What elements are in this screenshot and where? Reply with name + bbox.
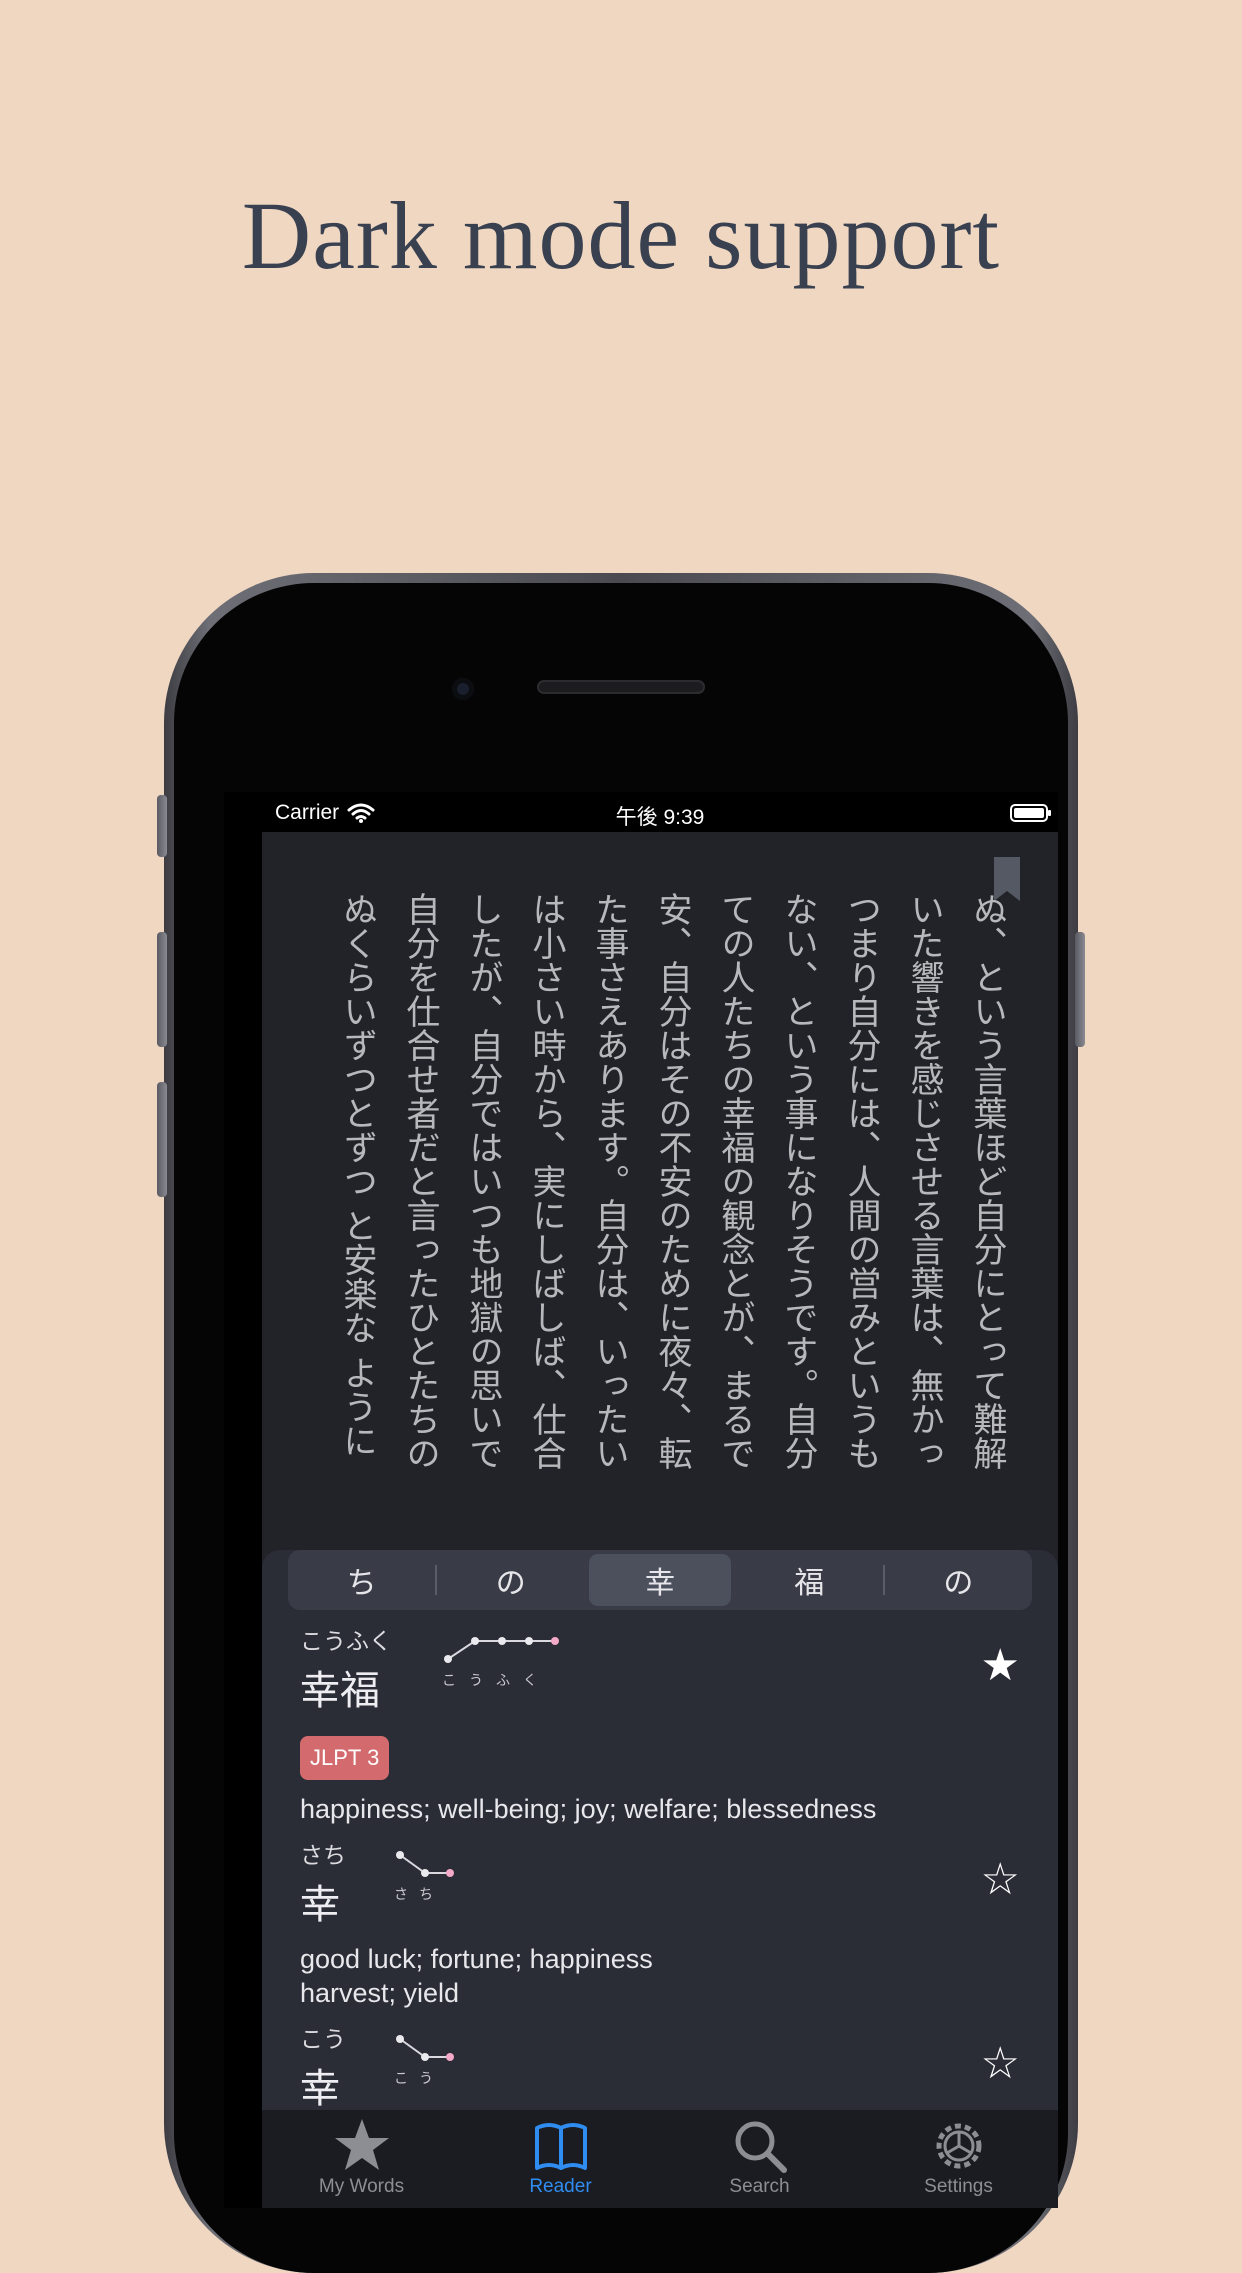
reader-column[interactable]: したが、自分ではいつも地獄の思いで xyxy=(451,892,514,1542)
battery-icon xyxy=(1010,804,1051,822)
segment-divider xyxy=(882,1565,885,1595)
star-icon xyxy=(334,2119,389,2170)
favorite-star-icon[interactable]: ☆ xyxy=(981,2038,1020,2089)
phone-screen: Carrier 午後 9:39 ぬ、という言葉ほど自分にとって難解 いた響きを感じ… xyxy=(224,792,1058,2208)
app-window: Carrier 午後 9:39 ぬ、という言葉ほど自分にとって難解 いた響きを感じ… xyxy=(262,792,1058,2208)
tab-my-words[interactable]: My Words xyxy=(262,2110,461,2208)
reader-column[interactable]: た事さえあります。自分は、いったい xyxy=(577,892,640,1542)
token-segment[interactable]: 福 xyxy=(739,1554,880,1606)
tab-reader[interactable]: Reader xyxy=(461,2110,660,2208)
reader-column[interactable]: ぬくらいずつとずつ と安楽な ように xyxy=(325,892,388,1542)
pitch-accent-graph: さ ち xyxy=(392,1840,472,1903)
favorite-star-icon[interactable]: ☆ xyxy=(981,1854,1020,1905)
reader-column[interactable]: ない、という事になりそうです。自分 xyxy=(766,892,829,1542)
tab-settings[interactable]: Settings xyxy=(859,2110,1058,2208)
volume-up-button xyxy=(157,932,167,1047)
dictionary-entry[interactable]: こう 幸 こ う ☆ xyxy=(300,2020,1040,2110)
dictionary-sheet: ちの幸福の こうふく 幸福 こ う ふ く ★ JLPT 3 happiness… xyxy=(262,1550,1058,2110)
favorite-star-icon[interactable]: ★ xyxy=(981,1640,1020,1691)
token-segment[interactable]: ち xyxy=(291,1554,432,1606)
tab-bar: My Words Reader Search Settings xyxy=(262,2110,1058,2208)
token-segmented-control: ちの幸福の xyxy=(288,1550,1032,1610)
token-segment[interactable]: の xyxy=(440,1554,581,1606)
dictionary-entry[interactable]: こうふく 幸福 こ う ふ く ★ JLPT 3 happiness; well… xyxy=(300,1622,1040,1824)
reader-column[interactable]: は小さい時から、実にしばしば、仕合 xyxy=(514,892,577,1542)
pitch-accent-graph: こ う xyxy=(392,2024,472,2087)
power-button xyxy=(1075,932,1085,1047)
reader-column[interactable]: つまり自分には、人間の営みというも xyxy=(829,892,892,1542)
entry-gloss: happiness; well-being; joy; welfare; ble… xyxy=(300,1794,877,1824)
front-camera xyxy=(452,678,474,700)
gear-icon xyxy=(936,2123,981,2169)
reader-column[interactable]: いた響きを感じさせる言葉は、無かっ xyxy=(892,892,955,1542)
status-time: 午後 9:39 xyxy=(615,806,705,829)
entry-gloss: harvest; yield xyxy=(300,1978,460,2008)
jlpt-badge: JLPT 3 xyxy=(300,1736,390,1780)
entry-kanji: 幸福 xyxy=(300,1668,380,1714)
reader-column[interactable]: 自分を仕合せ者だと言ったひとたちの xyxy=(388,892,451,1542)
page-headline: Dark mode support xyxy=(241,182,1001,289)
book-icon xyxy=(534,2123,587,2170)
volume-down-button xyxy=(157,1082,167,1197)
search-icon xyxy=(735,2121,787,2173)
entry-reading: こうふく xyxy=(300,1628,392,1654)
reader-column[interactable]: ての人たちの幸福の観念とが、まるで xyxy=(703,892,766,1542)
entry-gloss: good luck; fortune; happiness xyxy=(300,1944,653,1974)
status-bar: Carrier 午後 9:39 xyxy=(262,792,1058,832)
bookmark-icon[interactable] xyxy=(994,857,1020,901)
pitch-accent-graph: こ う ふ く xyxy=(440,1626,580,1689)
mute-switch xyxy=(157,795,167,857)
tab-search[interactable]: Search xyxy=(660,2110,859,2208)
dictionary-entry[interactable]: さち 幸 さ ち ☆ good luck; fortune; happiness… xyxy=(300,1836,1040,2008)
segment-divider xyxy=(435,1565,438,1595)
token-segment[interactable]: の xyxy=(888,1554,1029,1606)
reader-text[interactable]: ぬ、という言葉ほど自分にとって難解 いた響きを感じさせる言葉は、無かっ つまり自分に… xyxy=(325,892,1018,1542)
token-segment[interactable]: 幸 xyxy=(589,1554,731,1606)
reader-column[interactable]: ぬ、という言葉ほど自分にとって難解 xyxy=(955,892,1018,1542)
earpiece-speaker xyxy=(537,680,705,694)
reader-column[interactable]: 安、自分はその不安のために夜々、転 xyxy=(640,892,703,1542)
